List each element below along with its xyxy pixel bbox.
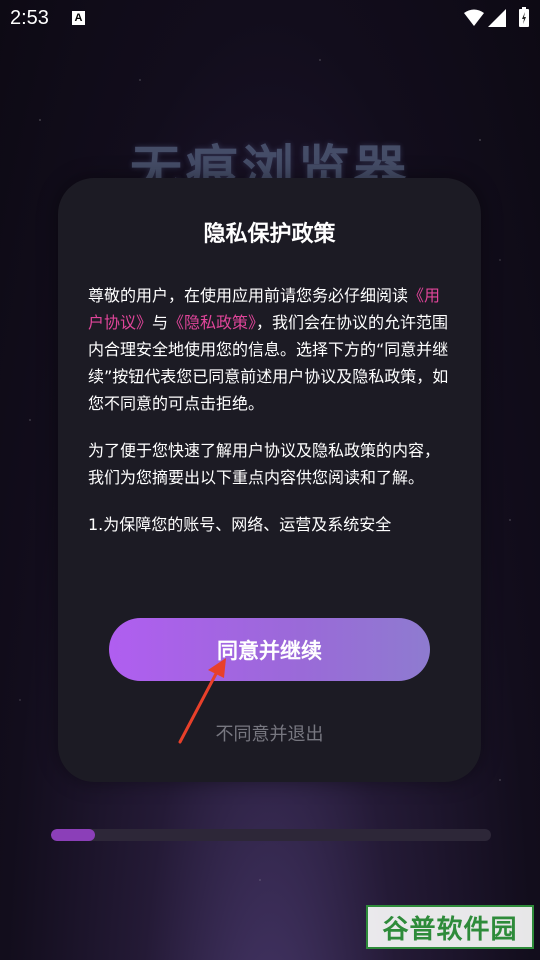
annotation-arrow-icon (178, 658, 226, 744)
decline-exit-link[interactable]: 不同意并退出 (58, 720, 481, 746)
battery-icon (519, 7, 529, 27)
notification-a-icon: A (72, 11, 85, 25)
loading-progress-fill (51, 829, 95, 841)
signal-icon (488, 9, 506, 27)
intro-paragraph: 尊敬的用户，在使用应用前请您务必仔细阅读《用户协议》与《隐私政策》，我们会在协议… (88, 282, 453, 417)
loading-progress-bar (51, 829, 491, 841)
site-watermark-logo: 谷普软件园 (366, 905, 534, 949)
intro-mid: 与 (152, 313, 169, 332)
privacy-policy-dialog: 隐私保护政策 尊敬的用户，在使用应用前请您务必仔细阅读《用户协议》与《隐私政策》… (58, 178, 481, 782)
agree-continue-button[interactable]: 同意并继续 (109, 618, 430, 681)
wifi-icon (464, 9, 484, 26)
privacy-policy-link[interactable]: 《隐私政策》 (168, 313, 256, 332)
status-bar: 2:53 A (0, 0, 540, 38)
status-time: 2:53 (10, 7, 49, 29)
dialog-body[interactable]: 尊敬的用户，在使用应用前请您务必仔细阅读《用户协议》与《隐私政策》，我们会在协议… (88, 282, 453, 582)
summary-paragraph: 为了便于您快速了解用户协议及隐私政策的内容，我们为您摘要出以下重点内容供您阅读和… (88, 441, 441, 487)
point-1-paragraph: 1.为保障您的账号、网络、运营及系统安全 (88, 515, 392, 534)
dialog-title: 隐私保护政策 (203, 222, 336, 247)
intro-prefix: 尊敬的用户，在使用应用前请您务必仔细阅读 (88, 286, 409, 305)
